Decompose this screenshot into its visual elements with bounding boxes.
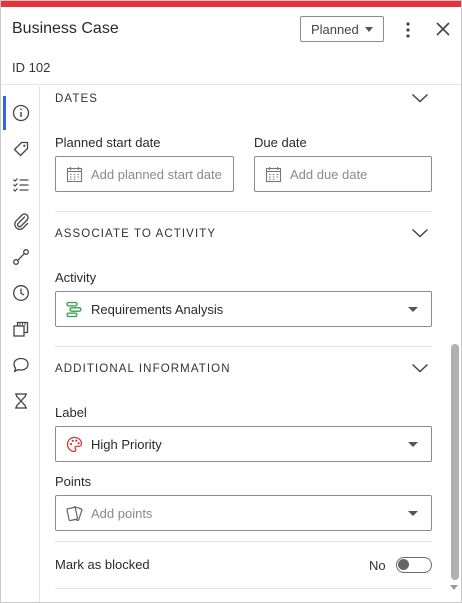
planned-start-date-label: Planned start date [55,135,161,150]
planned-start-date-placeholder: Add planned start date [91,167,222,182]
mark-as-blocked-value: No [369,558,386,573]
chevron-down-icon [411,93,429,103]
calendar-icon [265,167,282,183]
clock-icon [12,285,29,301]
checklist-icon [12,178,28,192]
label-field-label: Label [55,405,87,420]
calendar-icon [66,167,83,183]
activity-value: Requirements Analysis [91,302,224,317]
chevron-down-icon [411,228,429,238]
toggle-knob [398,559,409,570]
details-content: DATES Planned start date Add planned sta… [41,86,447,602]
attachment-icon [13,213,29,230]
label-select[interactable]: High Priority [55,426,432,462]
sidebar-item-history[interactable] [1,276,40,310]
section-activity-title: ASSOCIATE TO ACTIVITY [55,228,217,240]
cards-icon [66,506,83,522]
due-date-label: Due date [254,135,307,150]
points-placeholder: Add points [91,506,153,521]
section-dates-header[interactable]: DATES [55,86,431,114]
sidebar-item-time-tracking[interactable] [1,384,40,418]
due-date-placeholder: Add due date [290,167,368,182]
points-label: Points [55,474,92,489]
scrollbar-thumb[interactable] [451,344,459,580]
sidebar-item-attachments[interactable] [1,204,40,238]
section-divider [55,346,432,347]
activity-label: Activity [55,270,97,285]
due-date-field[interactable]: Add due date [254,156,432,192]
palette-icon [66,436,83,453]
section-additional-header[interactable]: ADDITIONAL INFORMATION [55,356,431,384]
more-options-icon[interactable] [398,18,418,42]
section-divider [55,211,432,212]
caret-down-icon [408,511,418,516]
caret-down-icon [408,442,418,447]
info-icon [12,104,29,122]
sidebar-item-details[interactable] [1,96,40,130]
item-title[interactable]: Business Case [12,20,119,38]
caret-down-icon [365,27,373,32]
tag-icon [13,141,28,157]
status-label: Planned [311,21,359,37]
section-divider [55,588,432,589]
item-detail-panel: Business Case ID 102 Planned DATES Plann… [0,0,462,603]
section-divider [55,541,432,542]
mark-as-blocked-toggle[interactable] [396,557,432,573]
comment-icon [12,357,29,373]
caret-down-icon [408,307,418,312]
status-dropdown[interactable]: Planned [300,16,384,42]
label-value: High Priority [91,437,162,452]
hourglass-icon [14,393,27,409]
dependency-icon [12,249,29,265]
section-additional-title: ADDITIONAL INFORMATION [55,363,231,375]
section-dates-title: DATES [55,93,98,105]
activity-icon [66,301,82,318]
panel-sidebar [1,86,40,602]
section-activity-header[interactable]: ASSOCIATE TO ACTIVITY [55,221,431,249]
scroll-down-arrow-icon[interactable] [450,585,458,590]
sidebar-item-dependencies[interactable] [1,240,40,274]
sidebar-item-related[interactable] [1,312,40,346]
points-select[interactable]: Add points [55,495,432,531]
panel-header: Business Case ID 102 Planned [1,7,461,85]
chevron-down-icon [411,363,429,373]
item-id: ID 102 [12,60,51,75]
sidebar-item-tags[interactable] [1,132,40,166]
copy-icon [12,321,28,337]
activity-select[interactable]: Requirements Analysis [55,291,432,327]
sidebar-item-comments[interactable] [1,348,40,382]
close-icon[interactable] [432,18,454,42]
planned-start-date-field[interactable]: Add planned start date [55,156,234,192]
mark-as-blocked-label: Mark as blocked [55,557,150,572]
sidebar-item-checklist[interactable] [1,168,40,202]
